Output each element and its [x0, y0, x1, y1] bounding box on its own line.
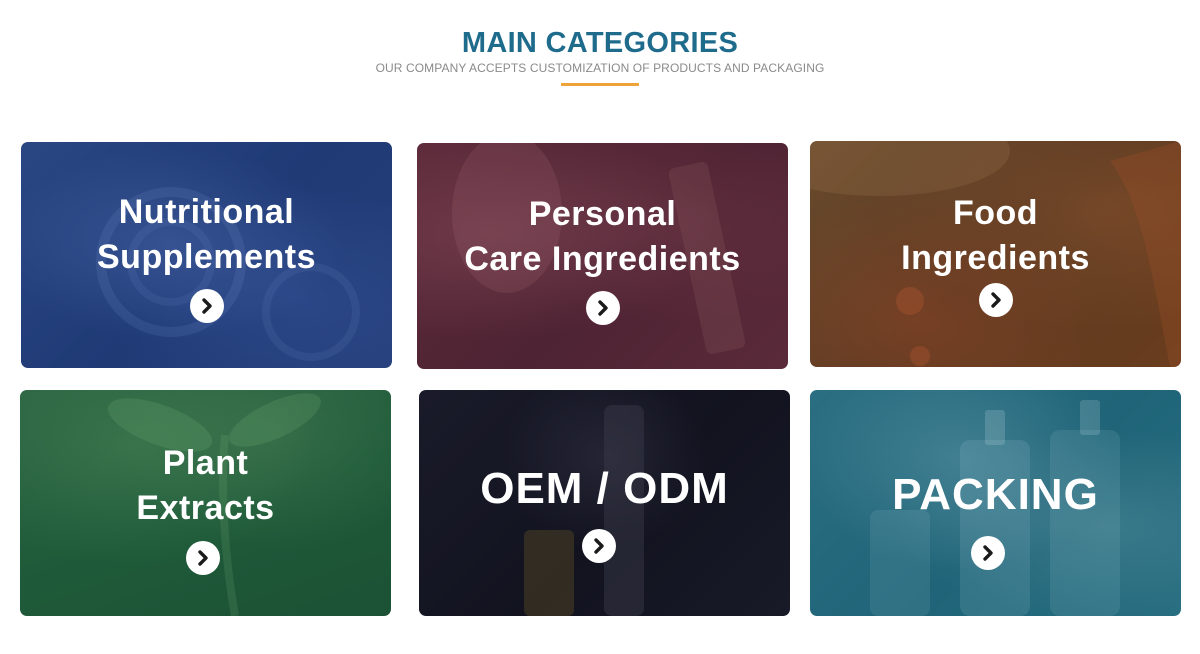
card-label-line1: PACKING	[892, 470, 1099, 519]
category-card-plant-extracts[interactable]: Plant Extracts	[20, 390, 391, 616]
card-label-line2: Care Ingredients	[464, 240, 741, 278]
card-label: Personal Care Ingredients	[417, 192, 788, 282]
card-label-line1: OEM / ODM	[480, 464, 729, 513]
card-label: PACKING	[810, 470, 1181, 520]
arrow-right-circle-icon[interactable]	[185, 541, 220, 575]
card-label-line1: Personal	[528, 195, 677, 233]
arrow-right-circle-icon[interactable]	[581, 529, 616, 563]
section-title: MAIN CATEGORIES	[461, 27, 739, 59]
card-content: Personal Care Ingredients	[417, 192, 788, 325]
category-card-personal-care-ingredients[interactable]: Personal Care Ingredients	[417, 143, 788, 369]
card-content: Food Ingredients	[810, 191, 1181, 317]
category-card-nutritional-supplements[interactable]: Nutritional Supplements	[21, 142, 392, 368]
category-card-oem-odm[interactable]: OEM / ODM	[419, 390, 790, 616]
card-label: Nutritional Supplements	[21, 190, 392, 280]
card-label: Plant Extracts	[20, 441, 391, 531]
card-label: Food Ingredients	[810, 191, 1181, 281]
card-label-line1: Plant	[162, 444, 249, 482]
card-label-line2: Extracts	[136, 489, 275, 527]
card-label-line2: Ingredients	[901, 239, 1090, 277]
card-label-line1: Food	[952, 194, 1039, 232]
title-underline	[561, 83, 639, 86]
category-card-packing[interactable]: PACKING	[810, 390, 1181, 616]
card-content: Plant Extracts	[20, 441, 391, 575]
card-label: OEM / ODM	[419, 464, 790, 514]
card-label-line2: Supplements	[97, 238, 316, 276]
arrow-right-circle-icon[interactable]	[970, 536, 1005, 570]
main-categories-section: MAIN CATEGORIES OUR COMPANY ACCEPTS CUST…	[0, 0, 1200, 654]
section-header: MAIN CATEGORIES OUR COMPANY ACCEPTS CUST…	[0, 26, 1200, 86]
arrow-right-circle-icon[interactable]	[189, 289, 224, 323]
card-content: PACKING	[810, 470, 1181, 570]
card-content: Nutritional Supplements	[21, 190, 392, 323]
card-content: OEM / ODM	[419, 464, 790, 563]
category-card-food-ingredients[interactable]: Food Ingredients	[810, 141, 1181, 367]
arrow-right-circle-icon[interactable]	[978, 283, 1013, 317]
arrow-right-circle-icon[interactable]	[585, 291, 620, 325]
card-label-line1: Nutritional	[118, 193, 295, 231]
section-subtitle: OUR COMPANY ACCEPTS CUSTOMIZATION OF PRO…	[375, 61, 825, 75]
